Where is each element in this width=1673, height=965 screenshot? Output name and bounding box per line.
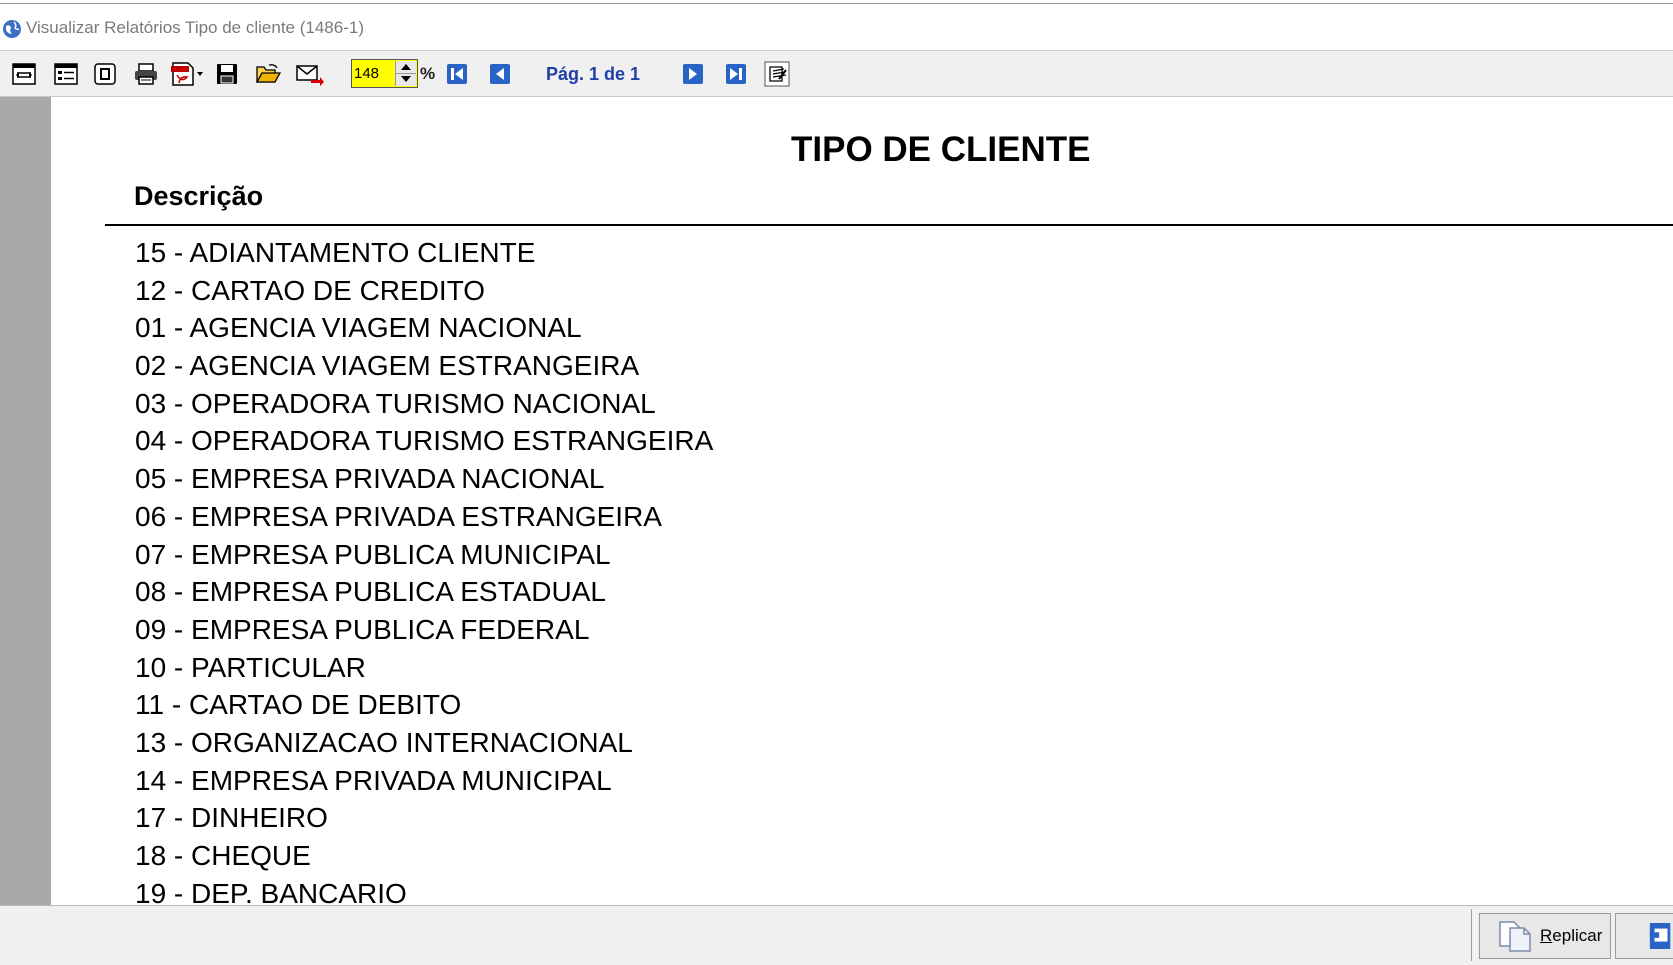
zoom-spinner[interactable] [395,61,416,86]
last-page-button[interactable] [722,60,750,88]
page-layout-icon [54,63,78,85]
zoom-spinbox[interactable] [351,59,418,88]
first-page-button[interactable] [443,60,471,88]
copy-icon [1499,921,1531,952]
save-icon [217,64,237,84]
title-bar: Visualizar Relatórios Tipo de cliente (1… [0,5,1673,51]
single-page-icon [94,63,116,85]
bottom-separator [1471,909,1475,961]
report-row: 19 - DEP. BANCARIO [135,877,407,905]
last-page-icon [726,64,746,84]
single-page-button[interactable] [91,60,119,88]
print-icon [135,63,157,85]
prev-page-button[interactable] [486,60,514,88]
report-row: 12 - CARTAO DE CREDITO [135,274,486,306]
report-rows: 15 - ADIANTAMENTO CLIENTE 12 - CARTAO DE… [135,234,713,905]
open-folder-icon [255,64,281,83]
zoom-percent-label: % [420,64,436,83]
report-row: 10 - PARTICULAR [135,651,366,683]
open-button[interactable] [254,60,282,88]
app-globe-icon [3,20,21,38]
column-header-descricao: Descrição [134,181,264,211]
report-row: 02 - AGENCIA VIAGEM ESTRANGEIRA [135,350,640,382]
header-divider [105,224,1673,226]
report-row: 04 - OPERADORA TURISMO ESTRANGEIRA [135,425,714,457]
bottom-action-bar: Replicar [0,905,1673,965]
report-row: 13 - ORGANIZACAO INTERNACIONAL [135,726,633,758]
page-width-icon [12,63,36,85]
print-button[interactable] [132,60,160,88]
next-page-button[interactable] [679,60,707,88]
replicar-button[interactable]: Replicar [1479,913,1611,959]
window-title: Visualizar Relatórios Tipo de cliente (1… [26,18,364,37]
exit-icon [1649,923,1671,949]
email-icon [296,65,324,86]
page-layout-button[interactable] [52,60,80,88]
report-row: 15 - ADIANTAMENTO CLIENTE [135,237,536,268]
report-row: 17 - DINHEIRO [135,802,328,834]
first-page-icon [447,64,467,84]
settings-icon [764,61,790,87]
arrow-down-icon [401,76,411,82]
exit-button[interactable] [1615,913,1673,959]
report-row: 11 - CARTAO DE DEBITO [135,689,462,721]
report-row: 08 - EMPRESA PUBLICA ESTADUAL [135,576,606,608]
report-page: TIPO DE CLIENTE Descrição 15 - ADIANTAME… [51,97,1673,905]
report-row: 03 - OPERADORA TURISMO NACIONAL [135,387,656,419]
arrow-up-icon [401,64,411,70]
report-title: TIPO DE CLIENTE [791,130,1091,169]
prev-page-icon [490,64,510,84]
zoom-input[interactable] [354,63,394,83]
export-pdf-button[interactable] [168,60,208,88]
zoom-down-button[interactable] [396,73,416,85]
replicar-label: Replicar [1540,926,1603,945]
report-row: 06 - EMPRESA PRIVADA ESTRANGEIRA [135,500,662,532]
email-button[interactable] [296,60,324,88]
report-row: 05 - EMPRESA PRIVADA NACIONAL [135,463,605,495]
report-row: 18 - CHEQUE [135,840,311,871]
settings-button[interactable] [763,60,791,88]
menu-bar-cutoff [0,0,1673,4]
report-row: 07 - EMPRESA PUBLICA MUNICIPAL [135,538,611,570]
save-button[interactable] [213,60,241,88]
next-page-icon [683,64,703,84]
page-width-button[interactable] [10,60,38,88]
report-row: 01 - AGENCIA VIAGEM NACIONAL [135,312,582,344]
report-row: 14 - EMPRESA PRIVADA MUNICIPAL [135,764,612,796]
preview-left-gutter [0,97,51,905]
page-indicator: Pág. 1 de 1 [546,64,641,84]
report-row: 09 - EMPRESA PUBLICA FEDERAL [135,613,590,645]
report-toolbar: % Pág. 1 de 1 [0,51,1673,97]
export-pdf-icon [171,62,203,86]
